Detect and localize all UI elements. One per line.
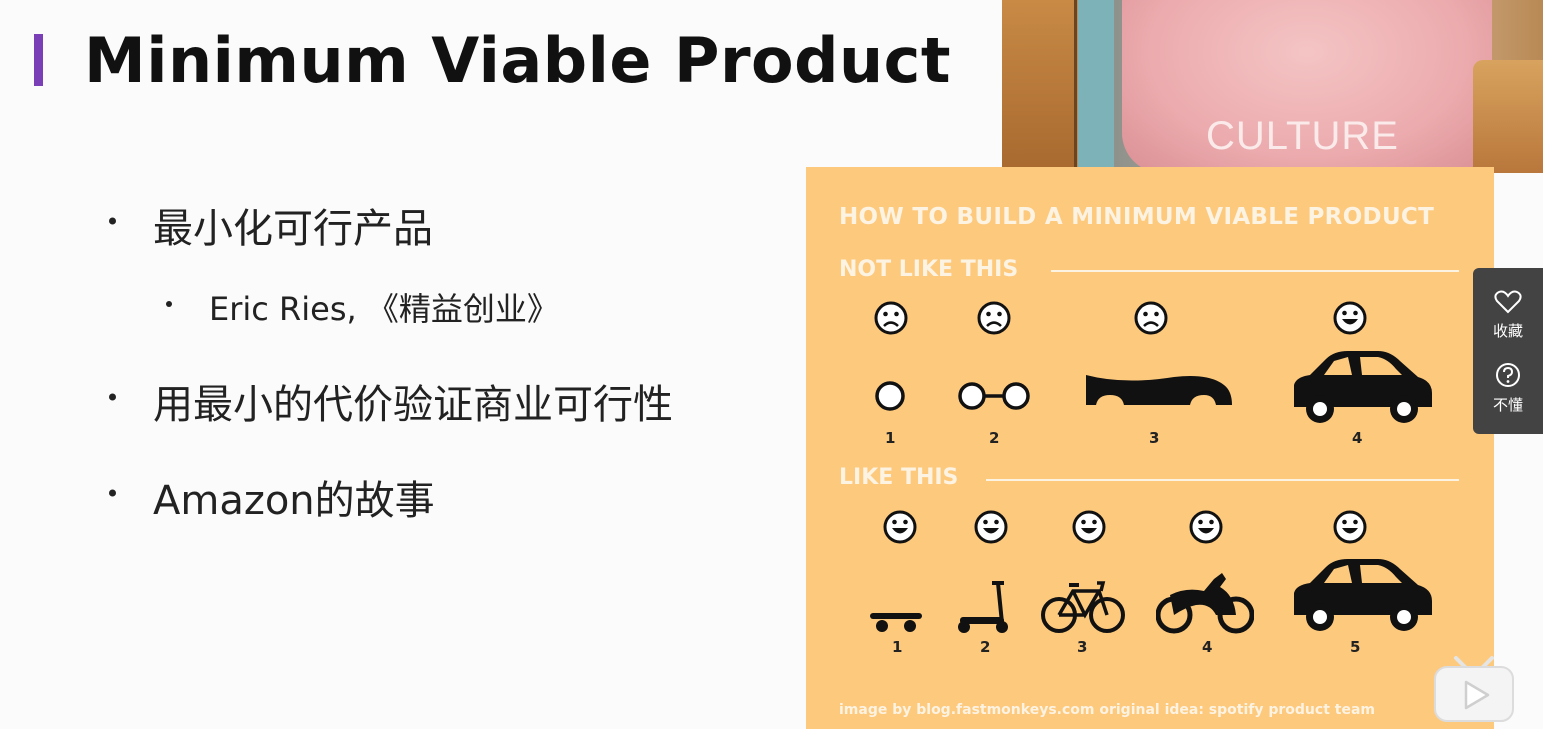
bullet-dot <box>166 301 172 307</box>
scooter-icon <box>958 581 1008 633</box>
step-number: 1 <box>892 638 903 656</box>
happy-face-icon <box>974 510 1008 544</box>
heart-icon <box>1494 290 1522 314</box>
sad-face-icon <box>977 301 1011 335</box>
happy-face-icon <box>1072 510 1106 544</box>
skateboard-icon <box>870 613 922 632</box>
happy-face-icon <box>1333 510 1367 544</box>
question-icon <box>1496 363 1520 387</box>
not-like-this-label: NOT LIKE THIS <box>839 257 1019 282</box>
two-wheels-icon <box>958 382 1030 410</box>
favorite-button[interactable]: 收藏 <box>1473 290 1543 341</box>
title-accent-bar <box>34 34 43 86</box>
bullet-dot <box>109 393 116 401</box>
help-label: 不懂 <box>1492 396 1523 414</box>
sad-face-icon <box>874 301 908 335</box>
bicycle-icon <box>1041 581 1125 633</box>
bullet-text: Amazon的故事 <box>153 478 435 524</box>
mvp-heading: HOW TO BUILD A MINIMUM VIABLE PRODUCT <box>839 204 1435 230</box>
car-icon <box>1294 351 1432 423</box>
favorite-label: 收藏 <box>1492 322 1523 340</box>
bullet-dot <box>109 217 116 225</box>
webcam-overlay: CULTURE <box>1002 0 1543 173</box>
happy-face-icon <box>1189 510 1223 544</box>
play-logo-icon[interactable] <box>1432 652 1516 724</box>
motorcycle-icon <box>1156 573 1254 634</box>
bullet-text: Eric Ries, 《精益创业》 <box>209 290 559 328</box>
car-body-icon <box>1086 375 1232 405</box>
webcam-door <box>1002 0 1077 173</box>
step-number: 3 <box>1149 429 1160 447</box>
step-number: 4 <box>1202 638 1213 656</box>
happy-face-icon <box>1333 301 1367 335</box>
step-number: 1 <box>885 429 896 447</box>
happy-face-icon <box>883 510 917 544</box>
step-number: 5 <box>1350 638 1361 656</box>
bullet-text: 用最小的代价验证商业可行性 <box>153 382 673 428</box>
wheel-icon <box>875 381 905 411</box>
sad-face-icon <box>1134 301 1168 335</box>
car-icon <box>1294 559 1432 631</box>
step-number: 3 <box>1077 638 1088 656</box>
bullet-text: 最小化可行产品 <box>153 206 433 252</box>
step-number: 2 <box>989 429 1000 447</box>
help-button[interactable]: 不懂 <box>1473 362 1543 415</box>
webcam-shelf <box>1078 0 1114 173</box>
mvp-illustration: HOW TO BUILD A MINIMUM VIABLE PRODUCT NO… <box>806 167 1494 729</box>
section-rule <box>986 479 1459 481</box>
shirt-text: CULTURE <box>1206 114 1399 158</box>
like-this-label: LIKE THIS <box>839 465 959 490</box>
webcam-chair <box>1473 60 1543 173</box>
image-credit: image by blog.fastmonkeys.com original i… <box>839 702 1375 718</box>
side-action-panel: 收藏 不懂 <box>1473 268 1543 434</box>
section-rule <box>1051 270 1459 272</box>
step-number: 4 <box>1352 429 1363 447</box>
bullet-dot <box>109 489 116 497</box>
slide-title: Minimum Viable Product <box>84 24 952 97</box>
step-number: 2 <box>980 638 991 656</box>
